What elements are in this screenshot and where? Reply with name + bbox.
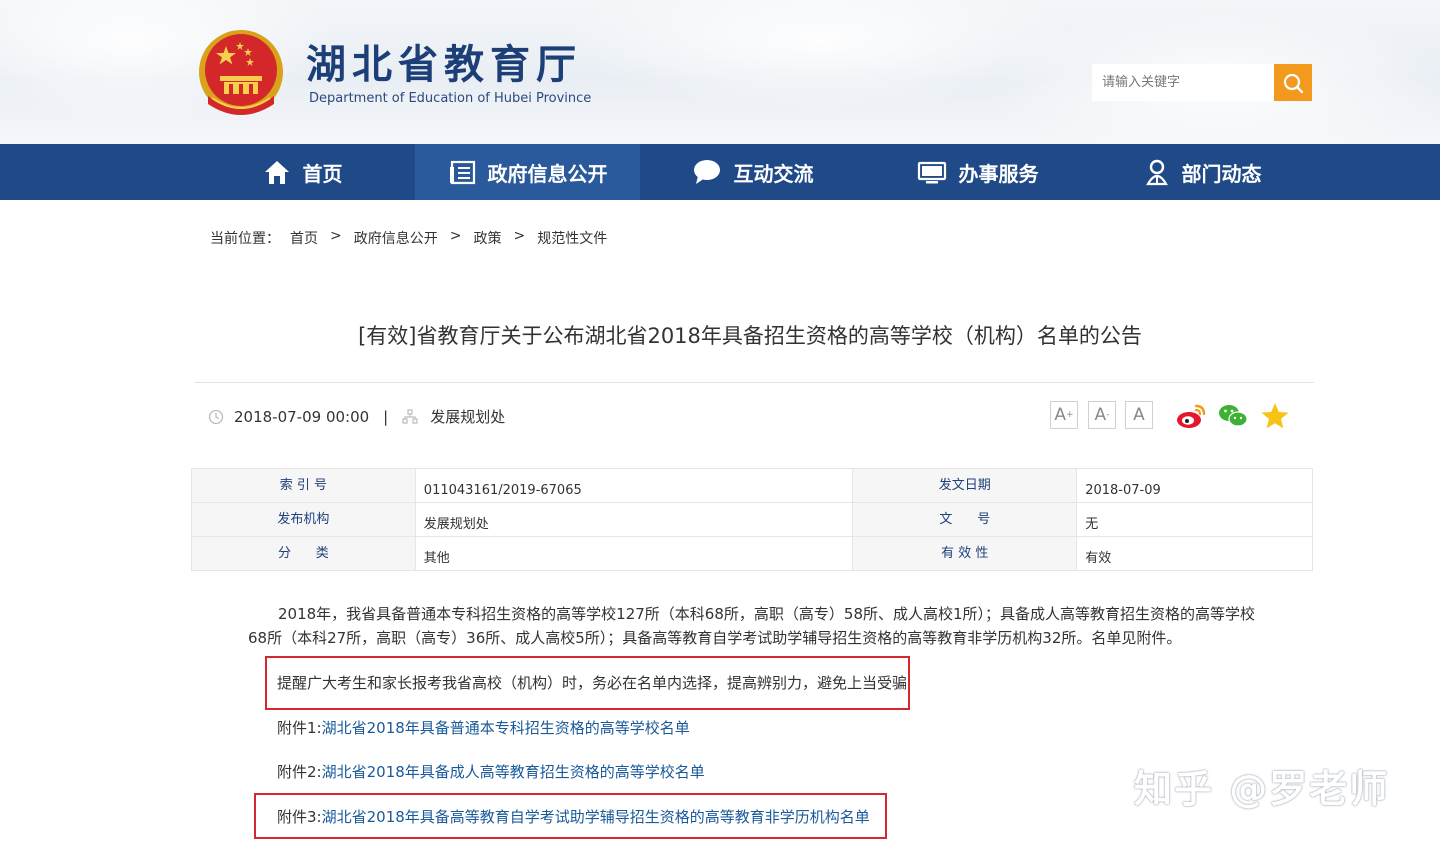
table-row: 分 类 其他 有 效 性 有效 [191, 536, 1313, 571]
main-nav: 首页 政府信息公开 互动交流 办事服务 部门动态 [0, 144, 1440, 200]
breadcrumb-item-policy[interactable]: 政策 [473, 228, 501, 248]
warning-notice: 提醒广大考生和家长报考我省高校（机构）时，务必在名单内选择，提高辨别力，避免上当… [277, 674, 908, 692]
index-number-value: 011043161/2019-67065 [414, 468, 854, 503]
attachment-prefix: 附件1: [277, 719, 322, 737]
zhihu-watermark: 知乎 @罗老师 [1134, 767, 1390, 811]
category-value: 其他 [414, 536, 854, 571]
breadcrumb-prefix: 当前位置： [210, 231, 280, 247]
breadcrumb-separator: > [449, 228, 462, 244]
breadcrumb-separator: > [330, 228, 342, 244]
article-title: [有效]省教育厅关于公布湖北省2018年具备招生资格的高等学校（机构）名单的公告 [358, 324, 1142, 348]
attachment-item: 附件3:湖北省2018年具备高等教育自学考试助学辅导招生资格的高等教育非学历机构… [277, 806, 870, 827]
weibo-icon[interactable] [1175, 400, 1207, 432]
site-header: 湖北省教育厅 Department of Education of Hubei … [0, 0, 1440, 144]
home-icon [264, 161, 289, 184]
wechat-icon[interactable] [1217, 400, 1249, 432]
breadcrumb-item-normative-docs[interactable]: 规范性文件 [537, 228, 607, 248]
issuer-label: 发布机构 [191, 502, 416, 537]
search-input[interactable] [1092, 64, 1274, 101]
issue-date-label: 发文日期 [852, 468, 1078, 503]
document-list-icon [449, 160, 475, 185]
site-subtitle: Department of Education of Hubei Provinc… [309, 91, 592, 106]
meta-divider: | [383, 407, 389, 426]
document-number-label: 文 号 [852, 502, 1078, 537]
font-decrease-button[interactable]: A- [1088, 401, 1116, 429]
index-number-label: 索 引 号 [191, 468, 416, 503]
attachment-link-3[interactable]: 湖北省2018年具备高等教育自学考试助学辅导招生资格的高等教育非学历机构名单 [322, 808, 870, 826]
nav-item-label: 首页 [302, 161, 343, 186]
person-icon [1145, 159, 1168, 186]
attachment-item: 附件1:湖北省2018年具备普通本专科招生资格的高等学校名单 [277, 717, 690, 738]
article-meta: 2018-07-09 00:00 | 发展规划处 [208, 406, 505, 427]
nav-item-interaction[interactable]: 互动交流 [640, 144, 865, 200]
document-number-value: 无 [1076, 502, 1313, 537]
attachment-link-2[interactable]: 湖北省2018年具备成人高等教育招生资格的高等学校名单 [322, 763, 705, 781]
article-paragraph: 2018年，我省具备普通本专科招生资格的高等学校127所（本科68所，高职（高专… [248, 602, 1268, 650]
search-icon [1283, 73, 1304, 93]
validity-label: 有 效 性 [852, 536, 1078, 571]
attachment-prefix: 附件2: [277, 763, 322, 781]
category-label: 分 类 [191, 536, 416, 571]
nav-item-label: 互动交流 [733, 161, 814, 186]
paragraph-text: 2018年，我省具备普通本专科招生资格的高等学校127所（本科68所，高职（高专… [248, 605, 1256, 647]
issue-date-value: 2018-07-09 [1076, 468, 1313, 503]
breadcrumb-separator: > [513, 228, 526, 244]
department-name: 发展规划处 [430, 408, 506, 426]
clock-icon [208, 409, 224, 424]
font-reset-button[interactable]: A [1125, 401, 1153, 429]
nav-item-label: 政府信息公开 [487, 161, 608, 186]
nav-item-home[interactable]: 首页 [190, 144, 415, 200]
title-divider [195, 382, 1314, 383]
breadcrumb: 当前位置： 首页 > 政府信息公开 > 政策 > 规范性文件 [210, 228, 607, 248]
attachment-prefix: 附件3: [277, 808, 322, 826]
nav-item-services[interactable]: 办事服务 [865, 144, 1090, 200]
publish-date: 2018-07-09 00:00 [234, 407, 370, 426]
search-button[interactable] [1274, 64, 1312, 101]
issuer-value: 发展规划处 [414, 502, 854, 537]
department-icon [402, 408, 418, 424]
attachment-item: 附件2:湖北省2018年具备成人高等教育招生资格的高等学校名单 [277, 761, 705, 782]
table-row: 索 引 号 011043161/2019-67065 发文日期 2018-07-… [191, 468, 1313, 503]
breadcrumb-item-gov-info[interactable]: 政府信息公开 [354, 228, 438, 248]
nav-item-label: 部门动态 [1181, 161, 1262, 186]
favorite-star-icon[interactable] [1259, 400, 1291, 432]
validity-value: 有效 [1076, 536, 1313, 571]
attachment-link-1[interactable]: 湖北省2018年具备普通本专科招生资格的高等学校名单 [322, 719, 690, 737]
nav-item-news[interactable]: 部门动态 [1090, 144, 1315, 200]
monitor-icon [917, 161, 946, 184]
nav-item-label: 办事服务 [958, 161, 1039, 186]
document-info-table: 索 引 号 011043161/2019-67065 发文日期 2018-07-… [191, 468, 1313, 571]
font-increase-button[interactable]: A + [1050, 401, 1078, 429]
site-title: 湖北省教育厅 [306, 41, 582, 88]
breadcrumb-item-home[interactable]: 首页 [290, 228, 318, 248]
nav-item-gov-info[interactable]: 政府信息公开 [415, 144, 640, 200]
chat-bubble-icon [693, 160, 720, 184]
table-row: 发布机构 发展规划处 文 号 无 [191, 502, 1313, 537]
national-emblem-icon [199, 30, 283, 115]
